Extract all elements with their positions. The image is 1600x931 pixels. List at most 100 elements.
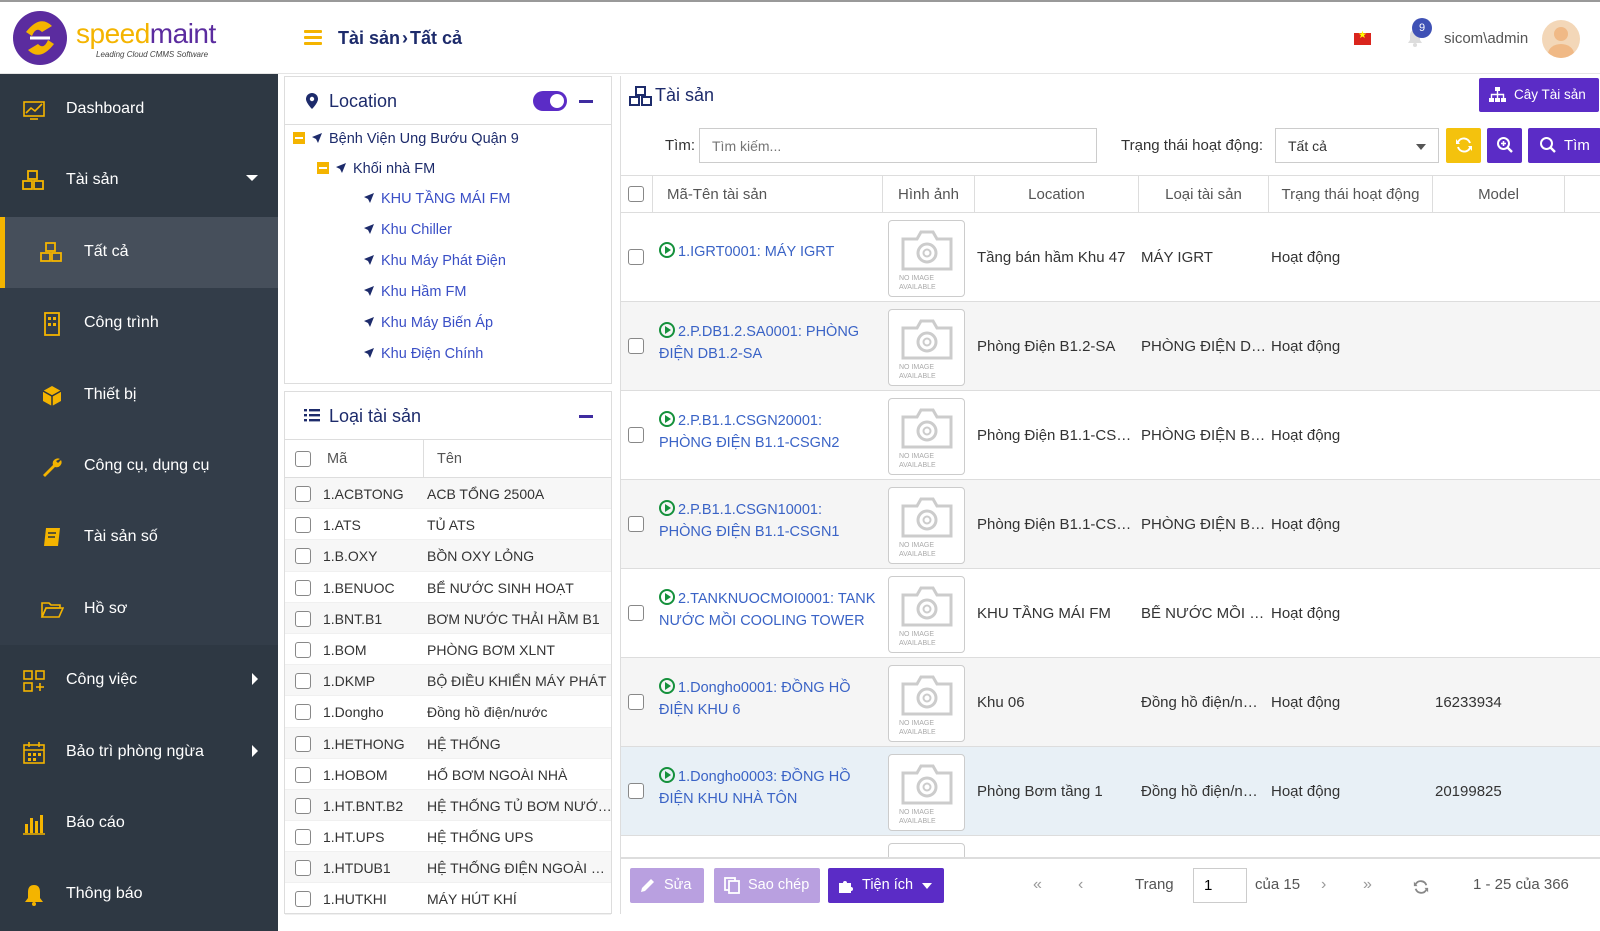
sidebar-item-reports[interactable]: Báo cáo	[0, 787, 278, 860]
asset-name-link[interactable]: 1.IGRT0001: MÁY IGRT	[659, 241, 879, 263]
row-checkbox[interactable]	[628, 338, 644, 354]
search-input[interactable]	[699, 128, 1097, 163]
table-row[interactable]: 1.Dongho0001: ĐỒNG HỒ ĐIỆN KHU 6 NO IMAG…	[621, 658, 1600, 747]
sidebar-item-assets[interactable]: Tài sản	[0, 145, 278, 217]
copy-button[interactable]: Sao chép	[714, 868, 820, 903]
row-checkbox[interactable]	[295, 829, 311, 846]
prev-page-icon[interactable]: ‹	[1078, 876, 1083, 894]
tree-node-khu-may-phat-dien[interactable]: Khu Máy Phát Điện	[363, 253, 506, 275]
row-checkbox[interactable]	[295, 517, 311, 534]
column-code[interactable]: Mã	[327, 451, 347, 467]
row-checkbox[interactable]	[295, 735, 311, 752]
tree-node-khu-dien-chinh[interactable]: Khu Điện Chính	[363, 346, 483, 368]
reload-icon[interactable]	[1413, 879, 1429, 895]
table-row[interactable]: 1.HT.BNT.B2 HỆ THỐNG TỦ BƠM NƯỚC THẢI B2	[285, 789, 613, 822]
row-checkbox[interactable]	[628, 516, 644, 532]
breadcrumb-assets[interactable]: Tài sản	[338, 28, 400, 48]
last-page-icon[interactable]: »	[1363, 876, 1372, 894]
column-model[interactable]: Model	[1433, 176, 1565, 212]
tree-node-khu-chiller[interactable]: Khu Chiller	[363, 222, 452, 244]
column-asset-type[interactable]: Loại tài sản	[1139, 176, 1269, 212]
sidebar-item-all[interactable]: Tất cả	[0, 216, 278, 289]
vietnam-flag-icon[interactable]	[1354, 30, 1371, 45]
row-checkbox[interactable]	[295, 610, 311, 627]
row-checkbox[interactable]	[295, 860, 311, 877]
table-row[interactable]: 2.P.B1.1.CSGN10001: PHÒNG ĐIỆN B1.1-CSGN…	[621, 480, 1600, 569]
table-row[interactable]: 1.ATS TỦ ATS	[285, 509, 611, 541]
refresh-button[interactable]	[1446, 128, 1481, 163]
sidebar-item-buildings[interactable]: Công trình	[0, 288, 278, 360]
next-page-icon[interactable]: ›	[1321, 876, 1326, 894]
column-status[interactable]: Trạng thái hoạt động	[1269, 176, 1433, 212]
row-checkbox[interactable]	[295, 891, 311, 908]
collapse-icon[interactable]	[317, 162, 329, 174]
tree-node-khu-ham-fm[interactable]: Khu Hầm FM	[363, 284, 466, 306]
table-row[interactable]: 2.P.DB1.2.SA0001: PHÒNG ĐIỆN DB1.2-SA NO…	[621, 302, 1600, 391]
tree-node-hospital[interactable]: Bệnh Viện Ung Bướu Quận 9	[293, 131, 519, 153]
username[interactable]: sicom\admin	[1444, 30, 1528, 47]
column-image[interactable]: Hình ảnh	[883, 176, 975, 212]
asset-name-link[interactable]: 2.P.B1.1.CSGN20001: PHÒNG ĐIỆN B1.1-CSGN…	[659, 410, 879, 454]
table-row[interactable]: 1.BNT.B1 BƠM NƯỚC THẢI HẦM B1	[285, 602, 611, 634]
table-row[interactable]: 1.BENUOC BỂ NƯỚC SINH HOẠT	[285, 572, 611, 603]
asset-name-link[interactable]: 2.P.B1.1.CSGN10001: PHÒNG ĐIỆN B1.1-CSGN…	[659, 499, 879, 543]
table-row[interactable]: 2.TANKNUOCMOI0001: TANK NƯỚC MỒI COOLING…	[621, 569, 1600, 658]
location-toggle[interactable]	[533, 91, 567, 111]
hamburger-menu-icon[interactable]	[304, 30, 322, 46]
asset-name-link[interactable]: 1.Dongho0003: ĐỒNG HỒ ĐIỆN KHU NHÀ TÔN	[659, 766, 879, 810]
row-checkbox[interactable]	[295, 704, 311, 721]
row-checkbox[interactable]	[628, 694, 644, 710]
row-checkbox[interactable]	[628, 427, 644, 443]
edit-button[interactable]: Sửa	[630, 868, 704, 903]
column-name[interactable]: Tên	[437, 451, 462, 467]
utilities-button[interactable]: Tiện ích	[828, 868, 944, 903]
collapse-asset-type-icon[interactable]	[579, 415, 593, 418]
select-all-checkbox[interactable]	[628, 186, 644, 202]
table-row[interactable]: 1.HTDUB1 HỆ THỐNG ĐIỆN NGOÀI NHÀ	[285, 852, 613, 884]
avatar[interactable]	[1542, 20, 1580, 58]
table-row[interactable]: 1.IGRT0001: MÁY IGRT NO IMAGE AVAILABLE …	[621, 213, 1600, 302]
row-checkbox[interactable]	[295, 579, 311, 596]
asset-name-link[interactable]: 1.Dongho0001: ĐỒNG HỒ ĐIỆN KHU 6	[659, 677, 879, 721]
page-number-input[interactable]	[1193, 868, 1247, 903]
row-checkbox[interactable]	[295, 797, 311, 814]
table-row[interactable]: 1.B.OXY BỒN OXY LỎNG	[285, 540, 611, 572]
sidebar-item-digital-assets[interactable]: Tài sản số	[0, 502, 278, 574]
search-button[interactable]: Tìm	[1528, 128, 1600, 163]
table-row[interactable]: 2.P.B1.1.CSGN20001: PHÒNG ĐIỆN B1.1-CSGN…	[621, 391, 1600, 480]
asset-name-link[interactable]: 2.P.DB1.2.SA0001: PHÒNG ĐIỆN DB1.2-SA	[659, 321, 879, 365]
tree-node-khu-tang-mai[interactable]: KHU TẦNG MÁI FM	[363, 191, 510, 213]
sidebar-item-equipment[interactable]: Thiết bị	[0, 359, 278, 431]
sidebar-item-notifications[interactable]: Thông báo	[0, 859, 278, 931]
table-row[interactable]: 1.HUTKHI MÁY HÚT KHÍ	[285, 883, 611, 915]
status-filter-select[interactable]: Tất cả	[1275, 128, 1439, 163]
tree-node-khoi-nha-fm[interactable]: Khối nhà FM	[317, 161, 435, 183]
row-checkbox[interactable]	[628, 605, 644, 621]
table-row[interactable]: 1.ACBTONG ACB TỔNG 2500A	[285, 478, 611, 510]
row-checkbox[interactable]	[295, 548, 311, 565]
select-all-checkbox[interactable]	[295, 451, 311, 467]
table-row[interactable]: 1.DKMP BỘ ĐIỀU KHIỂN MÁY PHÁT	[285, 665, 611, 697]
speedmaint-logo[interactable]: speedmaint Leading Cloud CMMS Software	[12, 10, 216, 68]
row-checkbox[interactable]	[295, 766, 311, 783]
table-row[interactable]: 1.Dongho Đồng hồ điện/nước	[285, 696, 611, 728]
sidebar-item-work[interactable]: Công việc	[0, 645, 278, 717]
collapse-icon[interactable]	[293, 132, 305, 144]
row-checkbox[interactable]	[295, 673, 311, 690]
tree-node-khu-may-bien-ap[interactable]: Khu Máy Biến Áp	[363, 315, 493, 337]
sidebar-item-records[interactable]: Hồ sơ	[0, 573, 278, 646]
row-checkbox[interactable]	[295, 486, 311, 502]
row-checkbox[interactable]	[628, 249, 644, 265]
table-row-selected[interactable]: 1.Dongho0003: ĐỒNG HỒ ĐIỆN KHU NHÀ TÔN N…	[621, 747, 1600, 836]
sidebar-item-tools[interactable]: Công cụ, dụng cụ	[0, 430, 278, 503]
sidebar-item-preventive-maintenance[interactable]: Bảo trì phòng ngừa	[0, 716, 278, 788]
table-row[interactable]: 1.HOBOM HỐ BƠM NGOÀI NHÀ	[285, 759, 611, 790]
table-row[interactable]: 1.BOM PHÒNG BƠM XLNT	[285, 634, 611, 666]
asset-tree-button[interactable]: Cây Tài sản	[1479, 78, 1599, 112]
row-checkbox[interactable]	[628, 783, 644, 799]
column-asset-name[interactable]: Mã-Tên tài sản	[653, 176, 883, 212]
first-page-icon[interactable]: «	[1033, 876, 1042, 894]
collapse-location-icon[interactable]	[579, 100, 593, 103]
advanced-search-button[interactable]	[1487, 128, 1522, 163]
asset-name-link[interactable]: 2.TANKNUOCMOI0001: TANK NƯỚC MỒI COOLING…	[659, 588, 879, 632]
